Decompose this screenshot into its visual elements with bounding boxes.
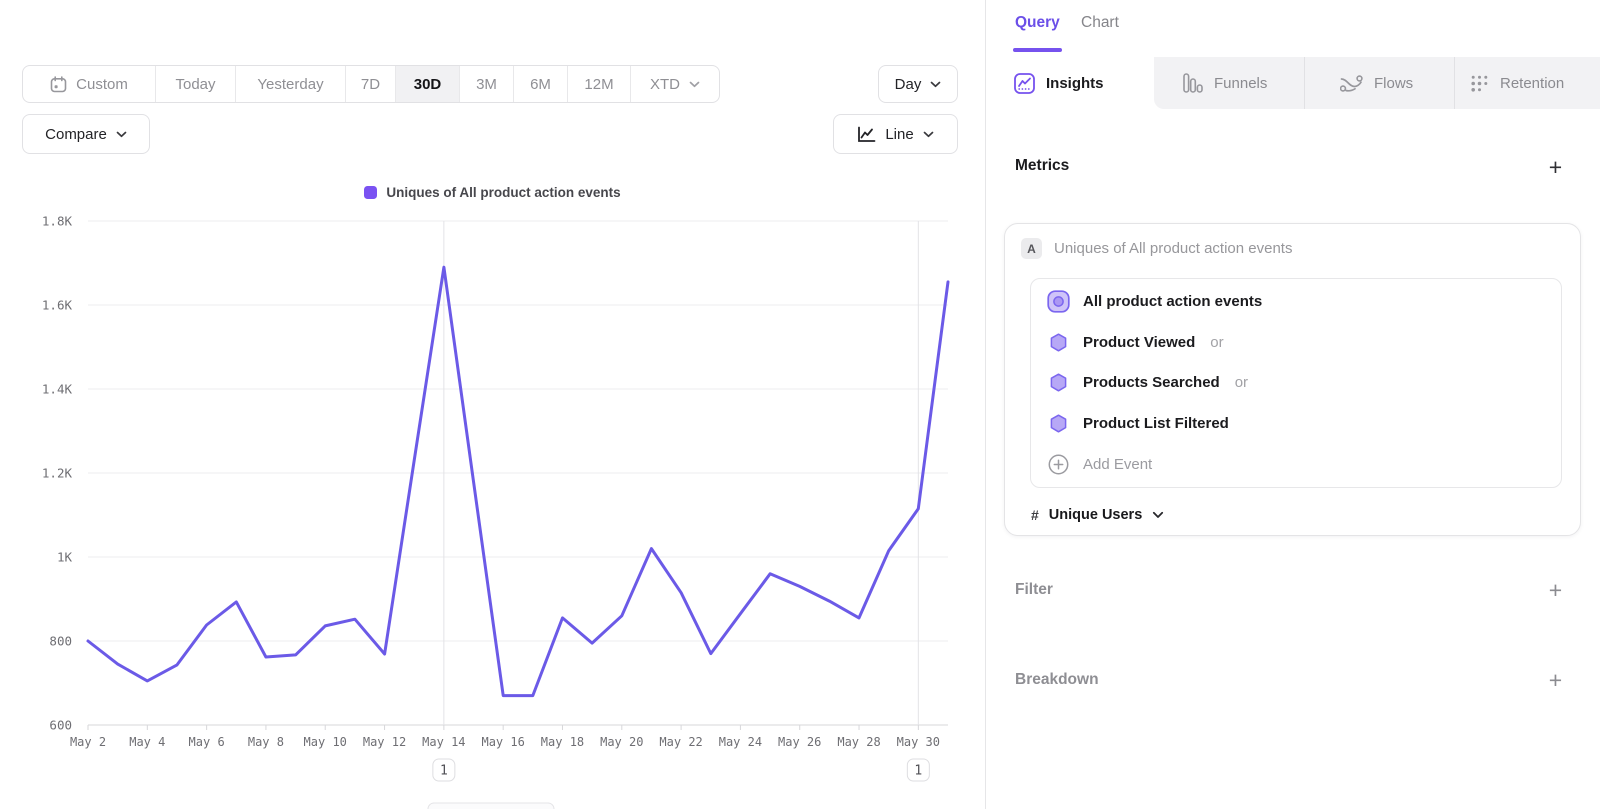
y-axis-tick: 1.6K [42, 298, 73, 313]
tab-chart[interactable]: Chart [1081, 14, 1119, 32]
event-row-product-viewed[interactable]: Product Viewed or [1031, 322, 1561, 362]
x-axis-tick: May 30 [897, 735, 940, 749]
y-axis-tick: 1.4K [42, 382, 73, 397]
chart-type-dropdown[interactable]: Line [833, 114, 958, 154]
x-axis-tick: May 28 [837, 735, 880, 749]
x-axis-tick: May 10 [304, 735, 347, 749]
event-list: All product action events Product Viewed… [1030, 278, 1562, 488]
custom-event-icon [1046, 290, 1070, 313]
range-6m[interactable]: 6M [514, 66, 568, 102]
x-axis-tick: May 24 [719, 735, 762, 749]
panel-divider [985, 0, 986, 809]
chevron-down-icon [930, 81, 941, 88]
series-badge: A [1021, 238, 1042, 259]
annotation-badge[interactable]: 1 [433, 759, 455, 781]
series-title: Uniques of All product action events [1054, 240, 1292, 257]
event-row-all-product-actions[interactable]: All product action events [1031, 282, 1561, 322]
tab-retention[interactable]: Retention [1470, 57, 1564, 109]
add-metric-button[interactable]: + [1546, 159, 1565, 178]
active-tab-underline [1013, 48, 1062, 52]
tab-query[interactable]: Query [1015, 14, 1060, 32]
range-3m[interactable]: 3M [460, 66, 514, 102]
chevron-down-icon [1152, 511, 1164, 519]
add-event-button[interactable]: Add Event [1031, 444, 1561, 484]
x-axis-tick: May 14 [422, 735, 465, 749]
granularity-dropdown[interactable]: Day [878, 65, 958, 103]
retention-icon [1470, 74, 1489, 93]
y-axis-tick: 1.8K [42, 214, 73, 229]
tab-separator [1454, 57, 1455, 109]
event-hexagon-icon [1046, 414, 1070, 433]
flows-icon [1340, 74, 1363, 93]
x-axis-tick: May 4 [129, 735, 165, 749]
svg-text:1: 1 [440, 764, 448, 779]
event-hexagon-icon [1046, 373, 1070, 392]
aggregation-selector[interactable]: # Unique Users [1031, 504, 1164, 526]
range-xtd-dropdown[interactable]: XTD [631, 66, 719, 102]
annotation-badge[interactable]: 1 [907, 759, 929, 781]
date-range-segmented-control: Custom Today Yesterday 7D 30D 3M 6M 12M … [22, 65, 720, 103]
number-icon: # [1031, 507, 1039, 523]
event-hexagon-icon [1046, 333, 1070, 352]
line-chart[interactable]: 600 800 1K 1.2K 1.4K 1.6K 1.8K May 2 May 4 May 6 M… [0, 180, 985, 809]
x-axis-tick: May 6 [189, 735, 225, 749]
breakdown-section-header[interactable]: Breakdown [1015, 671, 1099, 689]
svg-text:1: 1 [914, 764, 922, 779]
series-line [88, 267, 948, 695]
metrics-heading: Metrics [1015, 157, 1069, 175]
y-axis-tick: 600 [49, 718, 72, 733]
range-yesterday[interactable]: Yesterday [236, 66, 346, 102]
analytics-app: Custom Today Yesterday 7D 30D 3M 6M 12M … [0, 0, 1600, 809]
x-axis-tick: May 8 [248, 735, 284, 749]
filter-section-header[interactable]: Filter [1015, 581, 1053, 599]
x-axis-tick: May 12 [363, 735, 406, 749]
compare-dropdown[interactable]: Compare [22, 114, 150, 154]
x-axis-tick: May 20 [600, 735, 643, 749]
tab-funnels[interactable]: Funnels [1183, 57, 1267, 109]
range-12m[interactable]: 12M [568, 66, 631, 102]
range-custom[interactable]: Custom [23, 66, 156, 102]
y-axis-tick: 1K [57, 550, 73, 565]
insights-icon [1014, 73, 1035, 94]
range-30d-selected[interactable]: 30D [396, 66, 460, 102]
y-axis-tick: 800 [49, 634, 72, 649]
add-breakdown-button[interactable]: + [1546, 672, 1565, 691]
range-7d[interactable]: 7D [346, 66, 396, 102]
chevron-down-icon [923, 131, 934, 138]
report-type-tabs: Insights Funnels Flows [985, 57, 1600, 109]
x-axis-tick: May 18 [541, 735, 584, 749]
minimap-slider-partial[interactable] [428, 803, 554, 809]
chevron-down-icon [689, 81, 700, 88]
add-filter-button[interactable]: + [1546, 582, 1565, 601]
tab-flows[interactable]: Flows [1340, 57, 1413, 109]
tab-insights[interactable]: Insights [1014, 57, 1104, 109]
x-axis-tick: May 26 [778, 735, 821, 749]
range-label: Custom [76, 76, 128, 93]
x-axis-tick: May 16 [481, 735, 524, 749]
funnels-icon [1183, 73, 1203, 93]
add-circle-icon [1046, 454, 1070, 475]
tab-separator [1304, 57, 1305, 109]
event-row-product-list-filtered[interactable]: Product List Filtered [1031, 404, 1561, 444]
line-chart-icon [857, 126, 876, 143]
calendar-icon [50, 76, 67, 93]
event-row-products-searched[interactable]: Products Searched or [1031, 363, 1561, 403]
range-today[interactable]: Today [156, 66, 236, 102]
x-axis-tick: May 22 [659, 735, 702, 749]
x-axis-tick: May 2 [70, 735, 106, 749]
y-axis-tick: 1.2K [42, 466, 73, 481]
chevron-down-icon [116, 131, 127, 138]
series-header[interactable]: A Uniques of All product action events [1021, 238, 1292, 259]
